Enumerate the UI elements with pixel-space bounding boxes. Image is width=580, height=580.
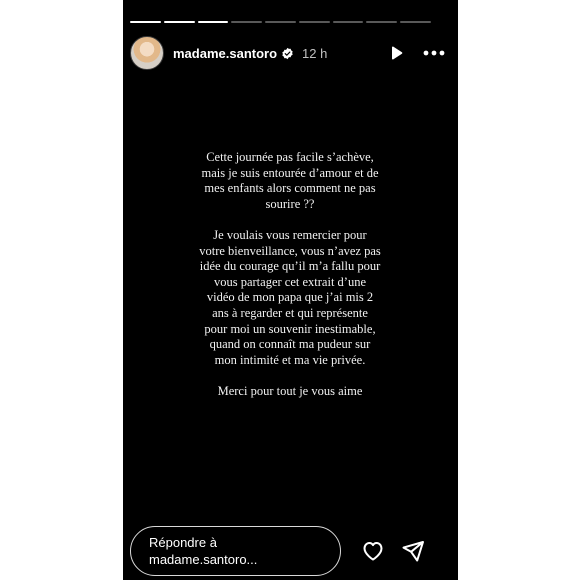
username[interactable]: madame.santoro bbox=[173, 46, 277, 61]
progress-segment bbox=[332, 21, 364, 23]
reply-input[interactable]: Répondre à madame.santoro... bbox=[130, 526, 341, 576]
progress-segment bbox=[197, 21, 229, 23]
avatar[interactable] bbox=[130, 36, 164, 70]
caption-paragraph: Merci pour tout je vous aime bbox=[163, 384, 417, 400]
heart-icon bbox=[363, 542, 383, 561]
story-header: madame.santoro 12 h bbox=[130, 36, 448, 70]
caption-paragraph: Je voulais vous remercier pour votre bien… bbox=[163, 228, 417, 368]
caption-line: mon intimité et ma vie privée. bbox=[214, 352, 366, 367]
caption-line: quand on connaît ma pudeur sur bbox=[209, 337, 371, 352]
caption-line: mais je suis entourée d’amour et de bbox=[201, 165, 379, 180]
progress-segment bbox=[130, 21, 161, 23]
caption-line: sourire ?? bbox=[265, 196, 315, 211]
verified-badge-icon bbox=[282, 47, 293, 59]
story-viewer[interactable]: madame.santoro 12 h Cette journée pas fa… bbox=[123, 0, 458, 580]
story-footer: Répondre à madame.santoro... bbox=[130, 524, 448, 578]
more-horizontal-icon bbox=[423, 50, 445, 56]
caption-line: Merci pour tout je vous aime bbox=[217, 383, 363, 398]
reply-placeholder-line2: madame.santoro... bbox=[149, 552, 258, 567]
caption-paragraph: Cette journée pas facile s’achève, mais j… bbox=[163, 150, 417, 212]
caption-line: pour moi un souvenir inestimable, bbox=[204, 321, 376, 336]
share-button[interactable] bbox=[397, 535, 429, 567]
send-icon bbox=[402, 541, 424, 562]
progress-segment bbox=[163, 21, 195, 23]
play-icon bbox=[392, 46, 403, 60]
caption-line: votre bienveillance, vous n’avez pas bbox=[199, 243, 381, 258]
progress-segment bbox=[265, 21, 296, 23]
progress-segment bbox=[298, 21, 330, 23]
caption-line: vous partager cet extrait d’une bbox=[213, 274, 366, 289]
progress-segment bbox=[400, 21, 432, 23]
play-button[interactable] bbox=[382, 39, 410, 67]
more-options-button[interactable] bbox=[420, 39, 448, 67]
like-button[interactable] bbox=[357, 535, 389, 567]
progress-segment bbox=[366, 21, 398, 23]
caption-line: mes enfants alors comment ne pas bbox=[204, 181, 376, 196]
caption-line: ans à regarder et qui représente bbox=[212, 305, 368, 320]
story-progress-bar bbox=[130, 21, 432, 23]
caption-line: Je voulais vous remercier pour bbox=[213, 227, 367, 242]
progress-segment bbox=[231, 21, 263, 23]
story-timestamp: 12 h bbox=[302, 45, 328, 61]
reply-placeholder-line1: Répondre à bbox=[149, 535, 217, 550]
story-text-overlay: Cette journée pas facile s’achève, mais j… bbox=[163, 150, 417, 400]
caption-line: vidéo de mon papa que j’ai mis 2 bbox=[206, 290, 374, 305]
caption-line: idée du courage qu’il m’a fallu pour bbox=[199, 259, 381, 274]
caption-line: Cette journée pas facile s’achève, bbox=[206, 150, 374, 164]
